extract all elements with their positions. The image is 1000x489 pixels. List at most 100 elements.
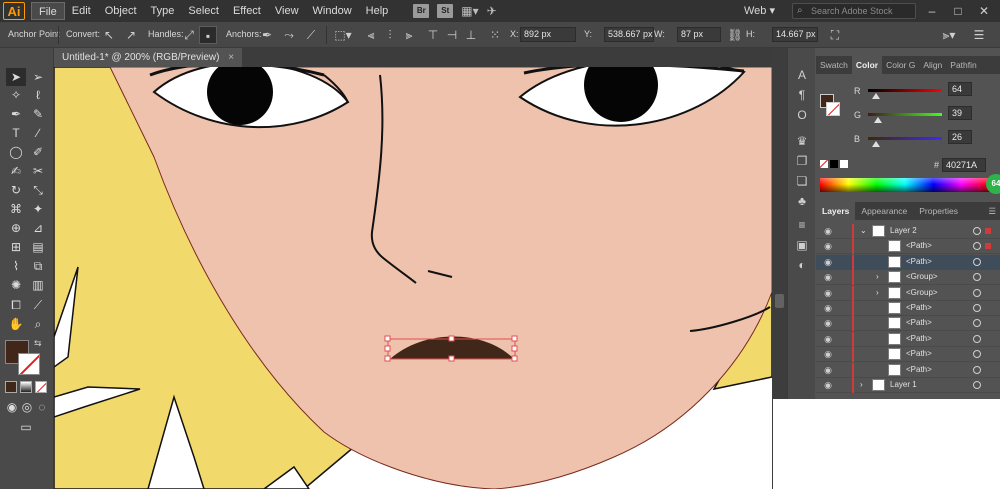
none-mode-icon[interactable]	[35, 381, 47, 393]
direct-selection-tool-icon[interactable]: ➢	[28, 68, 48, 86]
target-icon[interactable]	[973, 273, 981, 282]
layer-name[interactable]: <Path>	[906, 257, 932, 266]
show-handles-button[interactable]: ⤢	[180, 26, 198, 44]
menu-file[interactable]: File	[31, 2, 65, 20]
sublayer-row[interactable]: ◉ <Path>	[816, 316, 1000, 332]
close-window-button[interactable]: ✕	[974, 2, 994, 20]
rotate-tool-icon[interactable]: ↻	[6, 181, 26, 199]
handle[interactable]	[511, 355, 518, 362]
target-icon[interactable]	[973, 319, 981, 328]
b-slider[interactable]	[868, 137, 942, 140]
target-icon[interactable]	[973, 381, 981, 389]
brushes-icon[interactable]: ♛	[792, 132, 812, 150]
layer-name[interactable]: <Path>	[906, 303, 932, 312]
handle[interactable]	[384, 345, 391, 352]
menu-edit[interactable]: Edit	[65, 2, 98, 20]
hex-field[interactable]: 40271A	[942, 158, 986, 172]
cut-path-button[interactable]: ⟋	[302, 26, 320, 44]
align-right-icon[interactable]: ⫸	[400, 26, 418, 44]
transform-icon[interactable]: ⬚▾	[334, 26, 352, 44]
layer-name[interactable]: Layer 1	[890, 380, 917, 389]
menu-window[interactable]: Window	[306, 2, 359, 20]
maximize-button[interactable]: □	[948, 2, 968, 20]
blend-tool-icon[interactable]: ⧉	[28, 257, 48, 275]
target-icon[interactable]	[973, 350, 981, 359]
ellipse-tool-icon[interactable]: ◯	[6, 143, 26, 161]
screen-mode-icon[interactable]: ▭	[16, 418, 36, 436]
paragraph-icon[interactable]: ¶	[792, 86, 812, 104]
connect-anchor-button[interactable]: ⤳	[280, 26, 298, 44]
target-icon[interactable]	[973, 242, 981, 251]
eye-icon[interactable]: ◉	[822, 303, 834, 314]
remove-anchor-button[interactable]: ✒	[258, 26, 276, 44]
artboard-canvas[interactable]	[54, 67, 772, 489]
gradient-tool-icon[interactable]: ▤	[28, 238, 48, 256]
tab-swatches[interactable]: Swatch	[816, 56, 852, 74]
symbols-icon[interactable]: ❐	[792, 152, 812, 170]
libraries-icon[interactable]: ❏	[792, 172, 812, 190]
color-stroke-swatch[interactable]	[826, 102, 840, 116]
eye-icon[interactable]: ◉	[822, 349, 834, 360]
eye-icon[interactable]: ◉	[822, 257, 834, 268]
menu-effect[interactable]: Effect	[226, 2, 268, 20]
transparency-icon[interactable]: ◐	[792, 256, 812, 274]
layer-name[interactable]: <Group>	[906, 272, 938, 281]
document-tab[interactable]: Untitled-1* @ 200% (RGB/Preview) ×	[54, 48, 243, 67]
convert-corner-button[interactable]: ↖	[100, 26, 118, 44]
chevron-down-icon[interactable]: ⌄	[860, 226, 867, 235]
paintbrush-tool-icon[interactable]: ✐	[28, 143, 48, 161]
none-swatch-icon[interactable]	[820, 160, 828, 168]
menu-select[interactable]: Select	[181, 2, 226, 20]
stock-button[interactable]: St	[437, 4, 454, 18]
b-field[interactable]: 26	[948, 130, 972, 144]
layer-name[interactable]: <Group>	[906, 288, 938, 297]
chevron-right-icon[interactable]: ›	[876, 288, 879, 297]
eye-icon[interactable]: ◉	[822, 288, 834, 299]
align-left-icon[interactable]: ⫷	[362, 26, 380, 44]
tab-properties[interactable]: Properties	[913, 202, 964, 220]
layer-name[interactable]: Layer 2	[890, 226, 917, 235]
g-slider-thumb[interactable]	[874, 117, 882, 123]
type-tool-icon[interactable]: T	[6, 124, 26, 142]
convert-smooth-button[interactable]: ↗	[122, 26, 140, 44]
panel-menu-icon[interactable]: ☰	[984, 202, 1000, 220]
tab-appearance[interactable]: Appearance	[855, 202, 913, 220]
layer-name[interactable]: <Path>	[906, 241, 932, 250]
target-icon[interactable]	[973, 288, 981, 297]
handle[interactable]	[448, 355, 455, 362]
r-slider-thumb[interactable]	[872, 93, 880, 99]
character-icon[interactable]: A	[792, 66, 812, 84]
shape-builder-tool-icon[interactable]: ⊕	[6, 219, 26, 237]
b-slider-thumb[interactable]	[872, 141, 880, 147]
chevron-right-icon[interactable]: ›	[876, 272, 879, 281]
w-field[interactable]: 87 px	[677, 27, 721, 42]
shaper-tool-icon[interactable]: ✍	[6, 162, 26, 180]
eye-icon[interactable]: ◉	[822, 380, 834, 391]
scale-tool-icon[interactable]: ⤡	[28, 181, 48, 199]
sublayer-row[interactable]: ◉ › <Group>	[816, 270, 1000, 286]
menu-help[interactable]: Help	[359, 2, 396, 20]
workspace-switcher[interactable]: Web ▾	[744, 3, 775, 19]
artboard-tool-icon[interactable]: ⧠	[6, 296, 26, 314]
hand-tool-icon[interactable]: ✋	[6, 315, 26, 333]
draw-inside-icon[interactable]: ◌	[32, 398, 52, 416]
chevron-right-icon[interactable]: ›	[860, 380, 863, 389]
white-swatch[interactable]	[840, 160, 848, 168]
sublayer-row[interactable]: ◉ <Path>	[816, 239, 1000, 255]
target-icon[interactable]	[973, 365, 981, 374]
constrain-proportions-icon[interactable]: ⛓	[726, 26, 744, 44]
zoom-tool-icon[interactable]: ⌕	[28, 315, 48, 333]
black-swatch[interactable]	[830, 160, 838, 168]
close-tab-icon[interactable]: ×	[228, 52, 234, 63]
eye-icon[interactable]: ◉	[822, 334, 834, 345]
puppet-warp-tool-icon[interactable]: ✦	[28, 200, 48, 218]
layer-row[interactable]: ◉ ⌄ Layer 2	[816, 224, 1000, 239]
r-field[interactable]: 64	[948, 82, 972, 96]
layer-name[interactable]: <Path>	[906, 365, 932, 374]
sublayer-row[interactable]: ◉ <Path>	[816, 362, 1000, 378]
tab-color[interactable]: Color	[851, 56, 883, 74]
selection-tool-icon[interactable]: ➤	[6, 68, 26, 86]
handle[interactable]	[511, 335, 518, 342]
pen-tool-icon[interactable]: ✒	[6, 105, 26, 123]
handle[interactable]	[384, 335, 391, 342]
